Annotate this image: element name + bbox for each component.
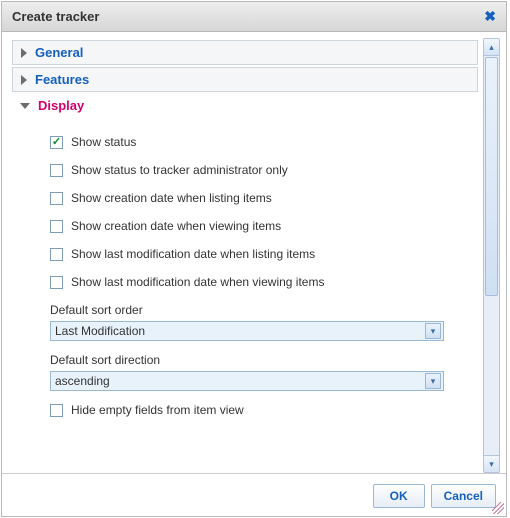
checkbox-label: Show creation date when listing items — [71, 191, 272, 205]
section-features-label: Features — [35, 72, 89, 87]
checkbox-mod-date-viewing[interactable] — [50, 276, 63, 289]
checkbox-show-status[interactable]: ✓ — [50, 136, 63, 149]
chevron-right-icon — [21, 75, 27, 85]
create-tracker-dialog: Create tracker ✖ General Features Displa… — [1, 1, 507, 517]
dialog-titlebar: Create tracker ✖ — [2, 2, 506, 32]
select-value: Last Modification — [55, 324, 145, 338]
dialog-footer: OK Cancel — [2, 473, 506, 516]
checkbox-row: Show last modification date when viewing… — [50, 275, 468, 289]
resize-grip-icon[interactable] — [490, 500, 504, 514]
checkbox-label: Show creation date when viewing items — [71, 219, 281, 233]
checkbox-creation-date-viewing[interactable] — [50, 220, 63, 233]
checkbox-row: Show creation date when listing items — [50, 191, 468, 205]
checkbox-label: Show last modification date when listing… — [71, 247, 315, 261]
checkbox-mod-date-listing[interactable] — [50, 248, 63, 261]
checkbox-row: Hide empty fields from item view — [50, 403, 468, 417]
default-sort-order-select[interactable]: Last Modification ▾ — [50, 321, 444, 341]
checkbox-row: Show creation date when viewing items — [50, 219, 468, 233]
dialog-title: Create tracker — [12, 9, 99, 24]
checkbox-row: Show status to tracker administrator onl… — [50, 163, 468, 177]
display-fields: ✓ Show status Show status to tracker adm… — [12, 119, 478, 417]
dialog-body: General Features Display ✓ Show status S… — [8, 38, 500, 473]
close-icon[interactable]: ✖ — [484, 8, 496, 25]
checkbox-row: ✓ Show status — [50, 135, 468, 149]
select-value: ascending — [55, 374, 110, 388]
checkbox-show-status-admin[interactable] — [50, 164, 63, 177]
section-features[interactable]: Features — [12, 67, 478, 92]
ok-button[interactable]: OK — [373, 484, 425, 508]
section-general[interactable]: General — [12, 40, 478, 65]
scrollbar-thumb[interactable] — [485, 57, 498, 296]
checkbox-hide-empty[interactable] — [50, 404, 63, 417]
checkbox-row: Show last modification date when listing… — [50, 247, 468, 261]
chevron-right-icon — [21, 48, 27, 58]
checkbox-label: Hide empty fields from item view — [71, 403, 244, 417]
checkbox-label: Show last modification date when viewing… — [71, 275, 324, 289]
cancel-button[interactable]: Cancel — [431, 484, 496, 508]
default-sort-direction-select[interactable]: ascending ▾ — [50, 371, 444, 391]
dialog-scroll-content: General Features Display ✓ Show status S… — [8, 38, 482, 473]
default-sort-order-label: Default sort order — [50, 303, 468, 317]
chevron-down-icon — [20, 103, 30, 109]
checkbox-label: Show status to tracker administrator onl… — [71, 163, 288, 177]
chevron-down-icon: ▾ — [425, 373, 441, 389]
default-sort-direction-label: Default sort direction — [50, 353, 468, 367]
section-display[interactable]: Display — [12, 94, 478, 117]
scrollbar[interactable]: ▴ ▾ — [483, 38, 500, 473]
scroll-down-icon[interactable]: ▾ — [484, 455, 499, 472]
section-general-label: General — [35, 45, 83, 60]
checkbox-creation-date-listing[interactable] — [50, 192, 63, 205]
section-display-label: Display — [38, 98, 84, 113]
checkbox-label: Show status — [71, 135, 136, 149]
scroll-up-icon[interactable]: ▴ — [484, 39, 499, 56]
scrollbar-track[interactable] — [485, 56, 498, 455]
chevron-down-icon: ▾ — [425, 323, 441, 339]
